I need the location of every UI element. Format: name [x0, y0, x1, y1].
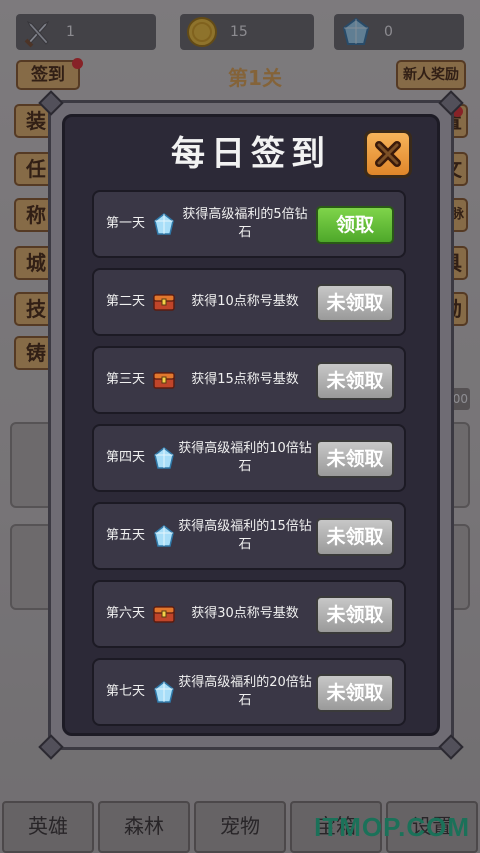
unclaimed-button[interactable]: 未领取 [316, 284, 394, 322]
checkin-day-row: 第五天 获得高级福利的15倍钻石 未领取 [92, 502, 406, 570]
checkin-day-row: 第四天 获得高级福利的10倍钻石 未领取 [92, 424, 406, 492]
unclaimed-button[interactable]: 未领取 [316, 440, 394, 478]
day-label: 第三天 [106, 372, 146, 387]
chest-icon [152, 368, 176, 392]
checkin-day-row: 第七天 获得高级福利的20倍钻石 未领取 [92, 658, 406, 726]
reward-text: 获得15点称号基数 [191, 372, 299, 387]
close-button[interactable] [364, 130, 412, 178]
checkin-day-row: 第三天 获得15点称号基数 未领取 [92, 346, 406, 414]
close-icon [375, 141, 401, 167]
day-label: 第四天 [106, 450, 146, 465]
diamond-icon [152, 446, 176, 470]
reward-text: 获得30点称号基数 [191, 606, 299, 621]
diamond-icon [152, 212, 176, 236]
diamond-icon [152, 680, 176, 704]
day-label: 第一天 [106, 216, 146, 231]
day-label: 第六天 [106, 606, 146, 621]
day-label: 第五天 [106, 528, 146, 543]
reward-text: 获得高级福利的20倍钻石 [178, 675, 312, 708]
reward-text: 获得高级福利的5倍钻石 [182, 207, 308, 240]
unclaimed-button[interactable]: 未领取 [316, 674, 394, 712]
day-label: 第七天 [106, 684, 146, 699]
claim-button[interactable]: 领取 [316, 206, 394, 244]
unclaimed-button[interactable]: 未领取 [316, 362, 394, 400]
diamond-icon [152, 524, 176, 548]
checkin-day-list: 第一天 获得高级福利的5倍钻石 领取 第二天 获得10点称号基数 未领取 第三天 获得15点称… [92, 190, 406, 736]
checkin-day-row: 第二天 获得10点称号基数 未领取 [92, 268, 406, 336]
reward-text: 获得10点称号基数 [191, 294, 299, 309]
chest-icon [152, 602, 176, 626]
checkin-day-row: 第一天 获得高级福利的5倍钻石 领取 [92, 190, 406, 258]
unclaimed-button[interactable]: 未领取 [316, 596, 394, 634]
chest-icon [152, 290, 176, 314]
checkin-day-row: 第六天 获得30点称号基数 未领取 [92, 580, 406, 648]
reward-text: 获得高级福利的10倍钻石 [178, 441, 312, 474]
day-label: 第二天 [106, 294, 146, 309]
unclaimed-button[interactable]: 未领取 [316, 518, 394, 556]
daily-checkin-modal: 每日签到 第一天 获得高级福利的5倍钻石 领取 第二天 获得10点称号基数 未领取 第三天获… [38, 90, 464, 760]
reward-text: 获得高级福利的15倍钻石 [178, 519, 312, 552]
